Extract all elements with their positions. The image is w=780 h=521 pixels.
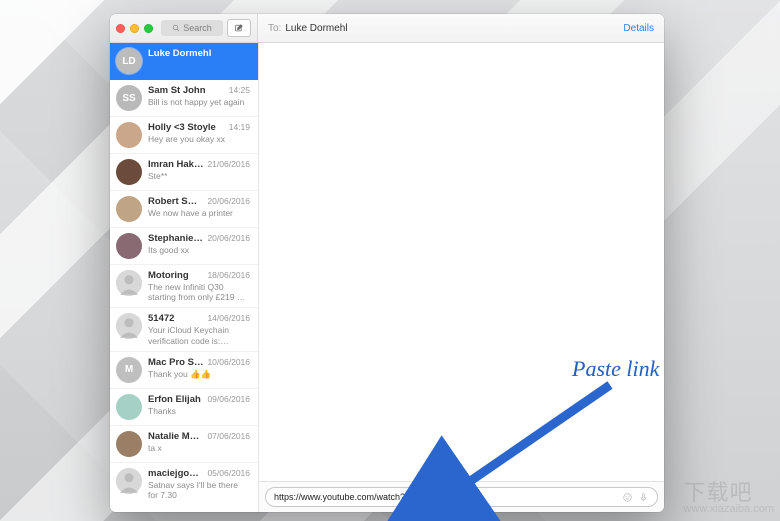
to-label: To: <box>268 23 281 34</box>
mic-icon[interactable] <box>638 492 649 503</box>
conversation-text: Holly <3 Stoyle 14:19 Hey are you okay xx <box>148 122 250 144</box>
conversation-preview: Bill is not happy yet again <box>148 97 250 107</box>
conversation-name: Stephanie Smith <box>148 233 203 244</box>
conversation-name: Holly <3 Stoyle <box>148 122 225 133</box>
conversation-header: To: Luke Dormehl Details <box>258 14 664 42</box>
conversation-preview: Ste** <box>148 171 250 181</box>
conversation-preview: We now have a printer <box>148 208 250 218</box>
titlebar-left: Search <box>110 14 258 42</box>
avatar: LD <box>116 48 142 74</box>
conversation-name: Robert Smith <box>148 196 203 207</box>
conversation-name: Imran Hakim <box>148 159 203 170</box>
conversation-item[interactable]: Natalie Mclaren 07/06/2016 ta x <box>110 426 258 463</box>
conversation-item[interactable]: 51472 14/06/2016 Your iCloud Keychain veri… <box>110 308 258 351</box>
conversation-text: maciejgowin@i… 05/06/2016 Satnav says I'll… <box>148 468 250 500</box>
chat-scroll-area[interactable] <box>259 43 664 481</box>
conversation-text: 51472 14/06/2016 Your iCloud Keychain veri… <box>148 313 250 345</box>
conversation-timestamp: 07/06/2016 <box>207 431 250 441</box>
avatar <box>116 122 142 148</box>
avatar <box>116 196 142 222</box>
avatar <box>116 431 142 457</box>
chat-pane: https://www.youtube.com/watch?v=bllXFJf8… <box>259 43 664 512</box>
conversation-timestamp: 05/06/2016 <box>207 468 250 478</box>
conversation-timestamp: 14:25 <box>229 85 250 95</box>
close-button[interactable] <box>116 24 125 33</box>
conversation-preview: ta x <box>148 443 250 453</box>
avatar <box>116 233 142 259</box>
compose-icon <box>234 23 244 33</box>
conversation-text: Natalie Mclaren 07/06/2016 ta x <box>148 431 250 453</box>
avatar <box>116 468 142 494</box>
conversation-timestamp: 14:19 <box>229 122 250 132</box>
conversation-item[interactable]: SS Sam St John 14:25 Bill is not happy yet … <box>110 80 258 117</box>
conversation-timestamp: 09/06/2016 <box>207 394 250 404</box>
minimize-button[interactable] <box>130 24 139 33</box>
conversation-preview: The new Infiniti Q30 starting from only … <box>148 282 250 302</box>
conversation-preview: Thanks <box>148 406 250 416</box>
conversation-text: Sam St John 14:25 Bill is not happy yet ag… <box>148 85 250 107</box>
conversation-timestamp: 18/06/2016 <box>207 270 250 280</box>
conversation-preview: Satnav says I'll be there for 7.30 <box>148 480 250 500</box>
titlebar: Search To: Luke Dormehl Details <box>110 14 664 43</box>
conversation-name: maciejgowin@i… <box>148 468 203 479</box>
avatar <box>116 270 142 296</box>
conversation-item[interactable]: Motoring 18/06/2016 The new Infiniti Q30 s… <box>110 265 258 308</box>
conversation-text: Mac Pro Seller 10/06/2016 Thank you 👍👍 <box>148 357 250 379</box>
conversation-name: Luke Dormehl <box>148 48 246 59</box>
conversation-preview: Its good xx <box>148 245 250 255</box>
conversation-timestamp: 10/06/2016 <box>207 357 250 367</box>
conversation-name: Mac Pro Seller <box>148 357 203 368</box>
message-input[interactable]: https://www.youtube.com/watch?v=bllXFJf8… <box>265 487 658 507</box>
search-input[interactable]: Search <box>161 20 223 36</box>
conversation-item[interactable]: Erfon Elijah 09/06/2016 Thanks <box>110 389 258 426</box>
conversation-text: Stephanie Smith 20/06/2016 Its good xx <box>148 233 250 255</box>
conversation-item[interactable]: LD Luke Dormehl <box>110 43 258 80</box>
conversation-item[interactable]: Stephanie Smith 20/06/2016 Its good xx <box>110 228 258 265</box>
avatar: M <box>116 357 142 383</box>
search-placeholder: Search <box>183 23 212 33</box>
conversation-name: 51472 <box>148 313 203 324</box>
avatar <box>116 313 142 339</box>
window-body: LD Luke Dormehl SS Sam St John 14:25 Bill is … <box>110 43 664 512</box>
avatar <box>116 159 142 185</box>
message-input-trailing <box>614 492 649 503</box>
emoji-icon[interactable] <box>622 492 633 503</box>
conversation-preview: Thank you 👍👍 <box>148 369 250 379</box>
conversation-timestamp: 21/06/2016 <box>207 159 250 169</box>
message-input-value: https://www.youtube.com/watch?v=bllXFJf8… <box>274 488 463 506</box>
conversation-preview: Your iCloud Keychain verification code i… <box>148 325 250 345</box>
details-button[interactable]: Details <box>623 23 654 34</box>
message-input-row: https://www.youtube.com/watch?v=bllXFJf8… <box>259 481 664 512</box>
conversation-text: Motoring 18/06/2016 The new Infiniti Q30 s… <box>148 270 250 302</box>
conversation-item[interactable]: Imran Hakim 21/06/2016 Ste** <box>110 154 258 191</box>
conversation-item[interactable]: Robert Smith 20/06/2016 We now have a prin… <box>110 191 258 228</box>
conversation-name: Erfon Elijah <box>148 394 203 405</box>
conversation-timestamp: 20/06/2016 <box>207 233 250 243</box>
conversation-text: Imran Hakim 21/06/2016 Ste** <box>148 159 250 181</box>
avatar <box>116 394 142 420</box>
conversation-name: Natalie Mclaren <box>148 431 203 442</box>
search-icon <box>172 24 180 32</box>
conversation-item[interactable]: Holly <3 Stoyle 14:19 Hey are you okay xx <box>110 117 258 154</box>
conversation-timestamp: 20/06/2016 <box>207 196 250 206</box>
conversation-name: Sam St John <box>148 85 225 96</box>
conversation-timestamp: 14/06/2016 <box>207 313 250 323</box>
compose-button[interactable] <box>227 19 251 37</box>
avatar: SS <box>116 85 142 111</box>
traffic-lights <box>116 24 153 33</box>
to-recipient: Luke Dormehl <box>285 23 347 34</box>
conversation-name: Motoring <box>148 270 203 281</box>
zoom-button[interactable] <box>144 24 153 33</box>
messages-window: Search To: Luke Dormehl Details LD Luke D… <box>110 14 664 512</box>
conversation-item[interactable]: maciejgowin@i… 05/06/2016 Satnav says I'll… <box>110 463 258 505</box>
conversation-item[interactable]: M Mac Pro Seller 10/06/2016 Thank you 👍👍 <box>110 352 258 389</box>
conversation-list[interactable]: LD Luke Dormehl SS Sam St John 14:25 Bill is … <box>110 43 259 512</box>
conversation-text: Luke Dormehl <box>148 48 250 59</box>
conversation-preview: Hey are you okay xx <box>148 134 250 144</box>
conversation-text: Erfon Elijah 09/06/2016 Thanks <box>148 394 250 416</box>
conversation-text: Robert Smith 20/06/2016 We now have a prin… <box>148 196 250 218</box>
